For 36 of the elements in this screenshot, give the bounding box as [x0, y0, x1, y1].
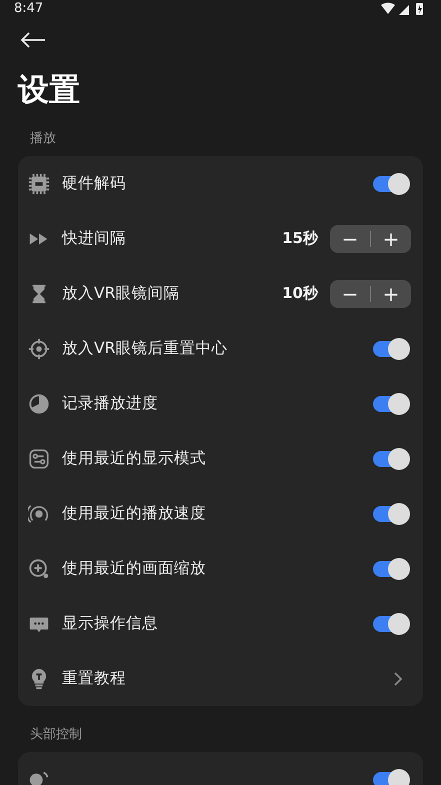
chevron-right-icon[interactable] — [393, 670, 403, 686]
pie-chart-icon — [28, 392, 50, 414]
section-header: 头部控制 — [30, 726, 83, 744]
increase-button[interactable]: + — [371, 280, 411, 308]
status-time: 8:47 — [14, 1, 44, 16]
toggle-switch[interactable] — [373, 396, 407, 412]
toggle-switch[interactable] — [373, 772, 407, 785]
decrease-button[interactable]: − — [330, 280, 370, 308]
setting-label: 快进间隔 — [62, 228, 127, 249]
interval-value: 10秒 — [282, 284, 318, 303]
toggle-switch[interactable] — [373, 450, 407, 466]
setting-label: 重置教程 — [62, 668, 127, 689]
toggle-switch[interactable] — [373, 176, 407, 192]
setting-label: 放入VR眼镜后重置中心 — [62, 338, 228, 359]
setting-label: 放入VR眼镜间隔 — [62, 283, 180, 304]
gauge-icon — [28, 502, 50, 524]
section-header: 播放 — [30, 130, 57, 148]
back-arrow-icon — [20, 32, 46, 48]
setting-label: 使用最近的画面缩放 — [62, 558, 207, 579]
sliders-icon — [28, 448, 50, 470]
setting-label: 硬件解码 — [62, 173, 127, 194]
toggle-switch[interactable] — [373, 560, 407, 576]
setting-label: 使用最近的显示模式 — [62, 448, 207, 469]
crosshair-icon — [28, 338, 50, 360]
setting-label: 记录播放进度 — [62, 393, 159, 414]
page-title: 设置 — [18, 71, 81, 110]
decrease-button[interactable]: − — [330, 224, 370, 252]
setting-label: 使用最近的播放速度 — [62, 503, 207, 524]
toggle-switch[interactable] — [373, 616, 407, 632]
toggle-switch[interactable] — [373, 506, 407, 522]
interval-value: 15秒 — [282, 229, 318, 248]
zoom-in-icon — [28, 558, 50, 580]
setting-label: 显示操作信息 — [62, 613, 159, 634]
chip-icon — [28, 172, 50, 194]
toggle-switch[interactable] — [373, 340, 407, 356]
increase-button[interactable]: + — [371, 224, 411, 252]
